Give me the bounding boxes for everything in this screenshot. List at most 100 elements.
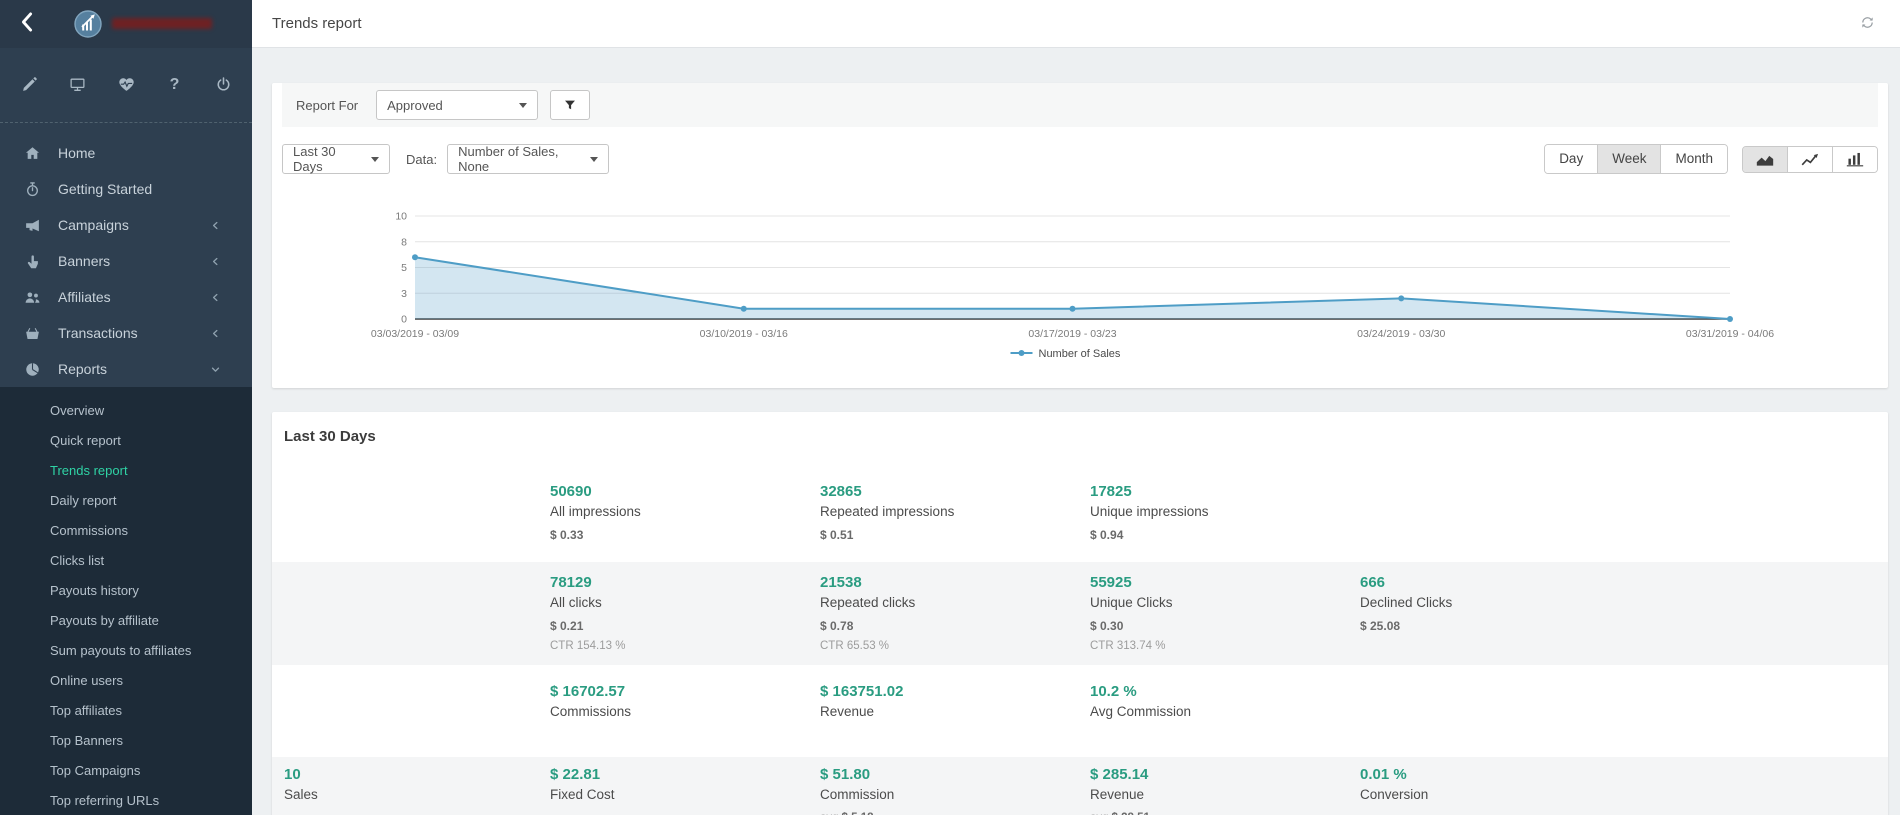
stat-revenue: $ 285.14Revenueavg$ 28.51 <box>1090 766 1360 815</box>
health-icon[interactable] <box>116 75 136 95</box>
trends-chart-card: Report For Approved Last 30 Days Data: N… <box>272 83 1888 388</box>
stat-conversion: 0.01 %Conversion <box>1360 766 1630 815</box>
chevron-left-icon <box>209 327 222 340</box>
sidebar-item-home[interactable]: Home <box>0 135 252 171</box>
account-name-redacted <box>112 18 212 29</box>
chart-type-button-area[interactable] <box>1743 147 1787 172</box>
data-point <box>412 254 418 260</box>
stopwatch-icon <box>24 181 41 198</box>
period-button-week[interactable]: Week <box>1597 145 1660 173</box>
stat-fixed-cost: $ 22.81Fixed Cost <box>550 766 820 815</box>
legend-label: Number of Sales <box>1039 348 1121 360</box>
submenu-item-payouts-history[interactable]: Payouts history <box>0 575 252 605</box>
sidebar-item-banners[interactable]: Banners <box>0 243 252 279</box>
stat-revenue: $ 163751.02Revenue <box>820 683 1090 721</box>
stat-sales: 10Sales <box>284 766 550 815</box>
sidebar-item-transactions[interactable]: Transactions <box>0 315 252 351</box>
basket-icon <box>24 325 41 342</box>
stat-value: $ 22.81 <box>550 766 820 784</box>
stat-label: Revenue <box>1090 785 1360 804</box>
stat-value: $ 285.14 <box>1090 766 1360 784</box>
bar-chart-icon <box>1846 152 1864 167</box>
sidebar-item-affiliates[interactable]: Affiliates <box>0 279 252 315</box>
stat-value: 32865 <box>820 483 1090 501</box>
stat-ctr: CTR 313.74 % <box>1090 638 1360 654</box>
date-range-select[interactable]: Last 30 Days <box>282 144 390 174</box>
chevron-left-icon <box>209 219 222 232</box>
data-select[interactable]: Number of Sales, None <box>447 144 609 174</box>
sidebar-item-label: Reports <box>58 361 107 377</box>
period-button-group: DayWeekMonth <box>1544 144 1728 174</box>
stat-label: Fixed Cost <box>550 785 820 804</box>
period-button-month[interactable]: Month <box>1660 145 1727 173</box>
stat-label: Commissions <box>550 702 820 721</box>
sidebar-item-label: Banners <box>58 253 110 269</box>
sidebar-item-campaigns[interactable]: Campaigns <box>0 207 252 243</box>
y-tick-label: 8 <box>401 236 407 248</box>
stat-repeated-impressions: 32865Repeated impressions$ 0.51 <box>820 483 1090 543</box>
main-area: Trends report Report For Approved Last 3… <box>252 0 1900 815</box>
chart-type-button-bar[interactable] <box>1832 147 1877 172</box>
stat-label: Repeated impressions <box>820 502 1090 521</box>
stats-row-1: 50690All impressions$ 0.3332865Repeated … <box>272 459 1888 562</box>
report-for-select[interactable]: Approved <box>376 90 538 120</box>
submenu-item-top-campaigns[interactable]: Top Campaigns <box>0 755 252 785</box>
x-tick-label: 03/10/2019 - 03/16 <box>700 328 788 340</box>
submenu-item-trends-report[interactable]: Trends report <box>0 455 252 485</box>
back-button[interactable] <box>14 9 40 39</box>
x-tick-label: 03/03/2019 - 03/09 <box>371 328 459 340</box>
report-for-value: Approved <box>387 98 443 113</box>
topbar: Trends report <box>252 0 1900 48</box>
sidebar-item-label: Transactions <box>58 325 138 341</box>
submenu-item-sum-payouts-to-affiliates[interactable]: Sum payouts to affiliates <box>0 635 252 665</box>
stat-declined-clicks: 666Declined Clicks$ 25.08 <box>1360 574 1630 654</box>
stat-commission: $ 51.80Commissionavg$ 5.18 <box>820 766 1090 815</box>
refresh-button[interactable] <box>1858 15 1876 33</box>
data-point <box>1070 306 1076 312</box>
x-tick-label: 03/17/2019 - 03/23 <box>1028 328 1116 340</box>
period-button-day[interactable]: Day <box>1545 145 1597 173</box>
y-tick-label: 3 <box>401 288 407 300</box>
stat-label: Commission <box>820 785 1090 804</box>
power-icon[interactable] <box>213 75 233 95</box>
pencil-icon[interactable] <box>19 75 39 95</box>
sidebar-item-getting-started[interactable]: Getting Started <box>0 171 252 207</box>
stat-label: Repeated clicks <box>820 593 1090 612</box>
submenu-item-daily-report[interactable]: Daily report <box>0 485 252 515</box>
submenu-item-top-banners[interactable]: Top Banners <box>0 725 252 755</box>
monitor-icon[interactable] <box>68 75 88 95</box>
stat-label: Unique impressions <box>1090 502 1360 521</box>
chevron-left-icon <box>209 255 222 268</box>
stat-money: $ 25.08 <box>1360 618 1630 634</box>
submenu-item-commissions[interactable]: Commissions <box>0 515 252 545</box>
stat-label: All impressions <box>550 502 820 521</box>
stat-value: 10.2 % <box>1090 683 1360 701</box>
submenu-item-clicks-list[interactable]: Clicks list <box>0 545 252 575</box>
submenu-item-top-referring-urls[interactable]: Top referring URLs <box>0 785 252 815</box>
funnel-icon <box>563 98 577 112</box>
data-point <box>1727 316 1733 322</box>
submenu-item-payouts-by-affiliate[interactable]: Payouts by affiliate <box>0 605 252 635</box>
pointer-icon <box>24 253 41 270</box>
stats-heading: Last 30 Days <box>284 428 1888 445</box>
submenu-item-online-users[interactable]: Online users <box>0 665 252 695</box>
submenu-item-top-affiliates[interactable]: Top affiliates <box>0 695 252 725</box>
sidebar-item-reports[interactable]: Reports <box>0 351 252 387</box>
help-icon[interactable]: ? <box>165 75 185 95</box>
submenu-item-overview[interactable]: Overview <box>0 395 252 425</box>
sidebar-header <box>0 0 252 48</box>
megaphone-icon <box>24 217 41 234</box>
submenu-item-quick-report[interactable]: Quick report <box>0 425 252 455</box>
app-logo-icon <box>74 10 102 38</box>
stat-value: $ 163751.02 <box>820 683 1090 701</box>
filter-button[interactable] <box>550 90 590 120</box>
chart-type-button-line[interactable] <box>1787 147 1832 172</box>
y-tick-label: 5 <box>401 262 407 274</box>
report-for-label: Report For <box>296 98 358 113</box>
sidebar-item-label: Affiliates <box>58 289 111 305</box>
chevron-down-icon <box>371 157 379 162</box>
stat-label: Conversion <box>1360 785 1630 804</box>
stat-label: Sales <box>284 785 550 804</box>
stats-row-4: 10Sales$ 22.81Fixed Cost$ 51.80Commissio… <box>272 757 1888 815</box>
stat-value: 21538 <box>820 574 1090 592</box>
